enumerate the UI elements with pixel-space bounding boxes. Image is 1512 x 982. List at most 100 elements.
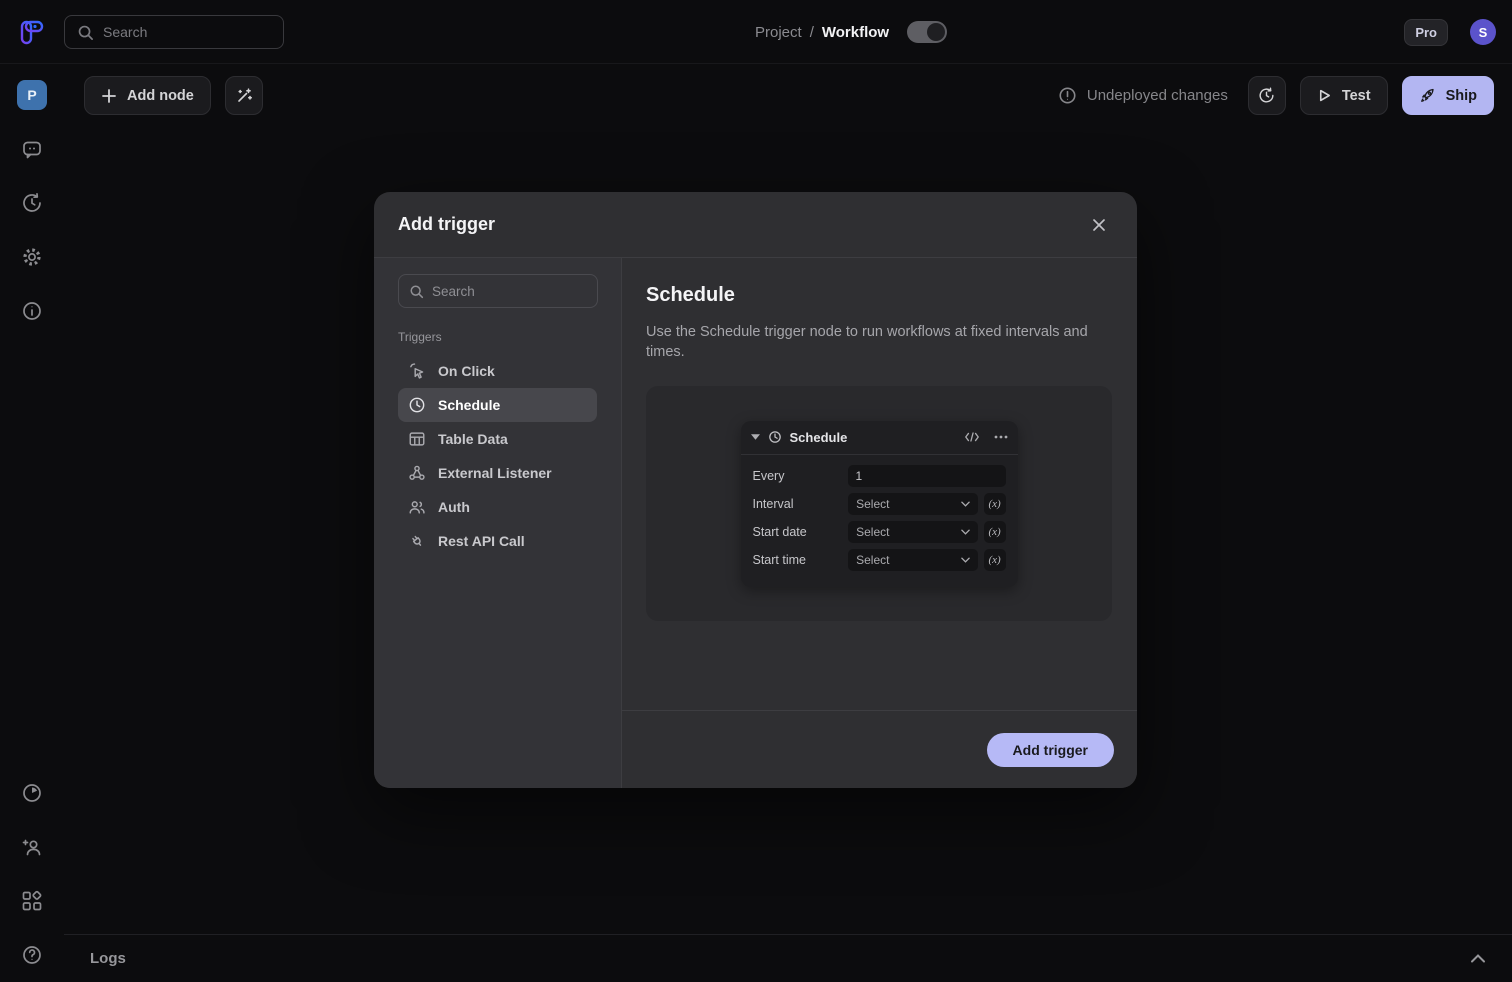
invite-user-icon[interactable]	[17, 832, 47, 862]
alert-circle-icon	[1058, 86, 1077, 105]
trigger-label: Auth	[438, 499, 470, 515]
help-icon[interactable]	[17, 940, 47, 970]
trigger-label: Table Data	[438, 431, 508, 447]
add-node-label: Add node	[127, 88, 194, 104]
field-label: Interval	[753, 497, 849, 511]
integrations-grid-icon[interactable]	[17, 886, 47, 916]
modal-header: Add trigger	[374, 192, 1137, 258]
version-history-button[interactable]	[1248, 76, 1286, 115]
topbar-right: Pro S	[1404, 0, 1496, 64]
workflow-toggle[interactable]	[907, 21, 947, 43]
user-avatar[interactable]: S	[1470, 19, 1496, 45]
start-date-expression-button[interactable]: (x)	[984, 521, 1006, 543]
every-input[interactable]	[848, 465, 1006, 487]
add-trigger-submit-button[interactable]: Add trigger	[987, 733, 1114, 767]
node-preview: Schedule	[646, 386, 1112, 621]
ship-label: Ship	[1446, 88, 1477, 104]
app-logo-icon	[19, 18, 45, 46]
trigger-item-table-data[interactable]: Table Data	[398, 422, 597, 456]
trigger-label: Rest API Call	[438, 533, 525, 549]
trigger-search[interactable]	[398, 274, 598, 308]
breadcrumb-separator: /	[810, 24, 814, 41]
play-icon	[1317, 88, 1332, 103]
modal-footer: Add trigger	[622, 710, 1137, 788]
project-avatar[interactable]: P	[17, 80, 47, 110]
trigger-item-schedule[interactable]: Schedule	[398, 388, 597, 422]
magic-wand-icon	[235, 87, 253, 105]
schedule-node-card: Schedule	[741, 421, 1018, 587]
breadcrumb-workflow: Workflow	[822, 24, 889, 41]
node-header: Schedule	[741, 421, 1018, 455]
sidebar-bottom-group	[17, 778, 47, 970]
info-icon[interactable]	[17, 296, 47, 326]
ship-button[interactable]: Ship	[1402, 76, 1494, 115]
chevron-up-icon[interactable]	[1470, 954, 1486, 963]
trigger-list-panel: Triggers On Click	[374, 258, 622, 788]
trigger-label: On Click	[438, 363, 495, 379]
ai-wand-button[interactable]	[225, 76, 263, 115]
global-search-input[interactable]	[103, 24, 271, 40]
left-sidebar: P	[0, 64, 64, 982]
logs-bar[interactable]: Logs	[64, 934, 1512, 982]
breadcrumb-project[interactable]: Project	[755, 24, 802, 41]
more-options-icon[interactable]	[994, 435, 1008, 439]
users-icon	[408, 498, 426, 516]
history-icon[interactable]	[17, 188, 47, 218]
top-bar: Project / Workflow Pro S	[0, 0, 1512, 64]
plug-icon	[408, 532, 426, 550]
trigger-search-input[interactable]	[432, 284, 587, 299]
close-icon[interactable]	[1085, 211, 1113, 239]
trigger-item-auth[interactable]: Auth	[398, 490, 597, 524]
breadcrumb: Project / Workflow	[755, 0, 947, 64]
pro-badge[interactable]: Pro	[1404, 19, 1448, 46]
chevron-down-icon	[961, 529, 970, 535]
cursor-click-icon	[408, 362, 426, 380]
undeployed-label: Undeployed changes	[1087, 87, 1228, 104]
webhook-icon	[408, 464, 426, 482]
plus-icon	[101, 88, 117, 104]
usage-meter-icon[interactable]	[17, 778, 47, 808]
trigger-item-rest-api-call[interactable]: Rest API Call	[398, 524, 597, 558]
chevron-down-icon	[961, 557, 970, 563]
sidebar-top-group: P	[17, 80, 47, 326]
app-logo[interactable]	[0, 18, 64, 46]
test-label: Test	[1342, 88, 1371, 104]
field-row-start-date: Start date Select (x)	[753, 521, 1006, 543]
start-time-expression-button[interactable]: (x)	[984, 549, 1006, 571]
global-search[interactable]	[64, 15, 284, 49]
clock-icon	[408, 396, 426, 414]
collapse-caret-icon[interactable]	[751, 434, 760, 440]
field-row-interval: Interval Select (x)	[753, 493, 1006, 515]
add-node-button[interactable]: Add node	[84, 76, 211, 115]
logs-label: Logs	[90, 950, 126, 967]
start-date-select[interactable]: Select	[848, 521, 978, 543]
modal-title: Add trigger	[398, 214, 495, 235]
assistant-chat-icon[interactable]	[17, 134, 47, 164]
trigger-detail-title: Schedule	[646, 284, 1113, 307]
field-row-start-time: Start time Select (x)	[753, 549, 1006, 571]
trigger-detail-panel: Schedule Use the Schedule trigger node t…	[622, 258, 1137, 788]
trigger-item-external-listener[interactable]: External Listener	[398, 456, 597, 490]
undeployed-status: Undeployed changes	[1058, 86, 1228, 105]
canvas-toolbar-right: Undeployed changes Test Shi	[1058, 76, 1494, 115]
trigger-detail-content: Schedule Use the Schedule trigger node t…	[622, 258, 1137, 710]
code-icon[interactable]	[964, 431, 980, 443]
settings-gear-icon[interactable]	[17, 242, 47, 272]
select-value: Select	[856, 553, 889, 567]
search-icon	[409, 284, 424, 299]
node-title: Schedule	[790, 430, 956, 445]
interval-expression-button[interactable]: (x)	[984, 493, 1006, 515]
trigger-list: On Click Schedule	[398, 354, 597, 558]
canvas-toolbar-left: Add node	[84, 76, 263, 115]
triggers-section-label: Triggers	[398, 330, 597, 344]
start-time-select[interactable]: Select	[848, 549, 978, 571]
interval-select[interactable]: Select	[848, 493, 978, 515]
chevron-down-icon	[961, 501, 970, 507]
history-clock-icon	[1257, 86, 1276, 105]
field-label: Start time	[753, 553, 849, 567]
modal-body: Triggers On Click	[374, 258, 1137, 788]
trigger-label: External Listener	[438, 465, 552, 481]
test-button[interactable]: Test	[1300, 76, 1388, 115]
trigger-label: Schedule	[438, 397, 500, 413]
trigger-item-on-click[interactable]: On Click	[398, 354, 597, 388]
